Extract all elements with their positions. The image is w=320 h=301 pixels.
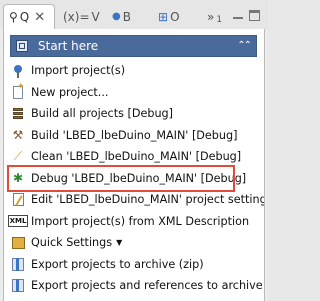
- action-build-project[interactable]: ⚒ Build 'LBED_lbeDuino_MAIN' [Debug]: [10, 125, 264, 147]
- action-debug-project[interactable]: ✱ Debug 'LBED_lbeDuino_MAIN' [Debug]: [7, 164, 246, 192]
- action-label: Build all projects [Debug]: [31, 107, 174, 121]
- action-label: Import project(s): [31, 64, 126, 78]
- tab-breakpoints[interactable]: ● B: [112, 4, 131, 29]
- outline-icon: ⊞: [158, 9, 169, 24]
- chevron-down-icon: ▼: [116, 238, 123, 248]
- action-new-project[interactable]: New project...: [10, 82, 264, 104]
- action-label: Clean 'LBED_lbeDuino_MAIN' [Debug]: [31, 150, 242, 164]
- export-archive-icon: [10, 256, 26, 272]
- xml-icon: XML: [7, 215, 29, 228]
- action-label: New project...: [31, 85, 109, 99]
- action-label: Debug 'LBED_lbeDuino_MAIN' [Debug]: [31, 171, 247, 185]
- minimize-icon[interactable]: [233, 13, 243, 19]
- action-edit-settings[interactable]: Edit 'LBED_lbeDuino_MAIN' project settin…: [10, 189, 265, 211]
- action-label: Build 'LBED_lbeDuino_MAIN' [Debug]: [31, 128, 238, 142]
- tab-outline[interactable]: ⊞ O: [158, 4, 180, 29]
- action-clean-project[interactable]: ⟋ Clean 'LBED_lbeDuino_MAIN' [Debug]: [10, 146, 264, 168]
- export-archive-refs-icon: [10, 278, 26, 294]
- bug-icon: ✱: [12, 171, 24, 186]
- edit-settings-icon: [10, 192, 26, 208]
- quickstart-view: ⚲ Q ✕ (x)= V ● B ⊞ O » 1 Start here ⌃⌃ I…: [0, 0, 268, 301]
- breakpoints-icon: ●: [112, 11, 121, 22]
- tab-title: B: [122, 9, 131, 24]
- overflow-icon: »: [207, 9, 215, 24]
- variables-icon: (x)=: [63, 9, 90, 24]
- collapse-icon[interactable]: ⌃⌃: [237, 41, 252, 51]
- view-content: Start here ⌃⌃ Import project(s) New proj…: [3, 29, 265, 301]
- tab-quickstart[interactable]: ⚲ Q ✕: [3, 4, 55, 29]
- import-project-icon: [10, 63, 26, 79]
- action-label: Import project(s) from XML Description: [31, 214, 250, 228]
- section-icon: [16, 40, 28, 52]
- quick-access-icon: ⚲: [9, 10, 18, 24]
- action-quick-settings[interactable]: Quick Settings ▼: [10, 232, 264, 254]
- broom-icon: ⟋: [13, 149, 23, 164]
- action-build-all[interactable]: Build all projects [Debug]: [10, 103, 264, 125]
- action-export-archive-refs[interactable]: Export projects and references to archiv…: [10, 275, 264, 297]
- quick-settings-icon: [10, 235, 26, 251]
- action-export-archive[interactable]: Export projects to archive (zip): [10, 254, 264, 276]
- section-header[interactable]: Start here ⌃⌃: [10, 35, 257, 57]
- build-all-icon: [10, 106, 26, 122]
- section-title: Start here: [38, 39, 99, 53]
- action-import-projects[interactable]: Import project(s): [10, 60, 264, 82]
- action-import-xml[interactable]: XML Import project(s) from XML Descripti…: [7, 211, 264, 233]
- new-project-icon: [10, 82, 26, 100]
- tab-variables[interactable]: (x)= V: [63, 4, 100, 29]
- overflow-count: 1: [216, 14, 223, 25]
- action-list: Import project(s) New project... Build a…: [7, 60, 265, 297]
- action-label: Edit 'LBED_lbeDuino_MAIN' project settin…: [31, 193, 265, 207]
- tab-overflow[interactable]: » 1: [207, 4, 222, 29]
- tab-title: Q: [19, 10, 30, 24]
- maximize-icon[interactable]: [249, 10, 260, 21]
- tab-title: V: [91, 9, 100, 24]
- hammer-icon: ⚒: [12, 128, 24, 143]
- action-label: Quick Settings: [31, 236, 113, 250]
- view-tab-bar: ⚲ Q ✕ (x)= V ● B ⊞ O » 1: [0, 0, 268, 29]
- action-label: Export projects to archive (zip): [31, 257, 204, 271]
- tab-title: O: [170, 9, 180, 24]
- close-icon[interactable]: ✕: [34, 10, 45, 25]
- action-label: Export projects and references to archiv…: [31, 279, 263, 293]
